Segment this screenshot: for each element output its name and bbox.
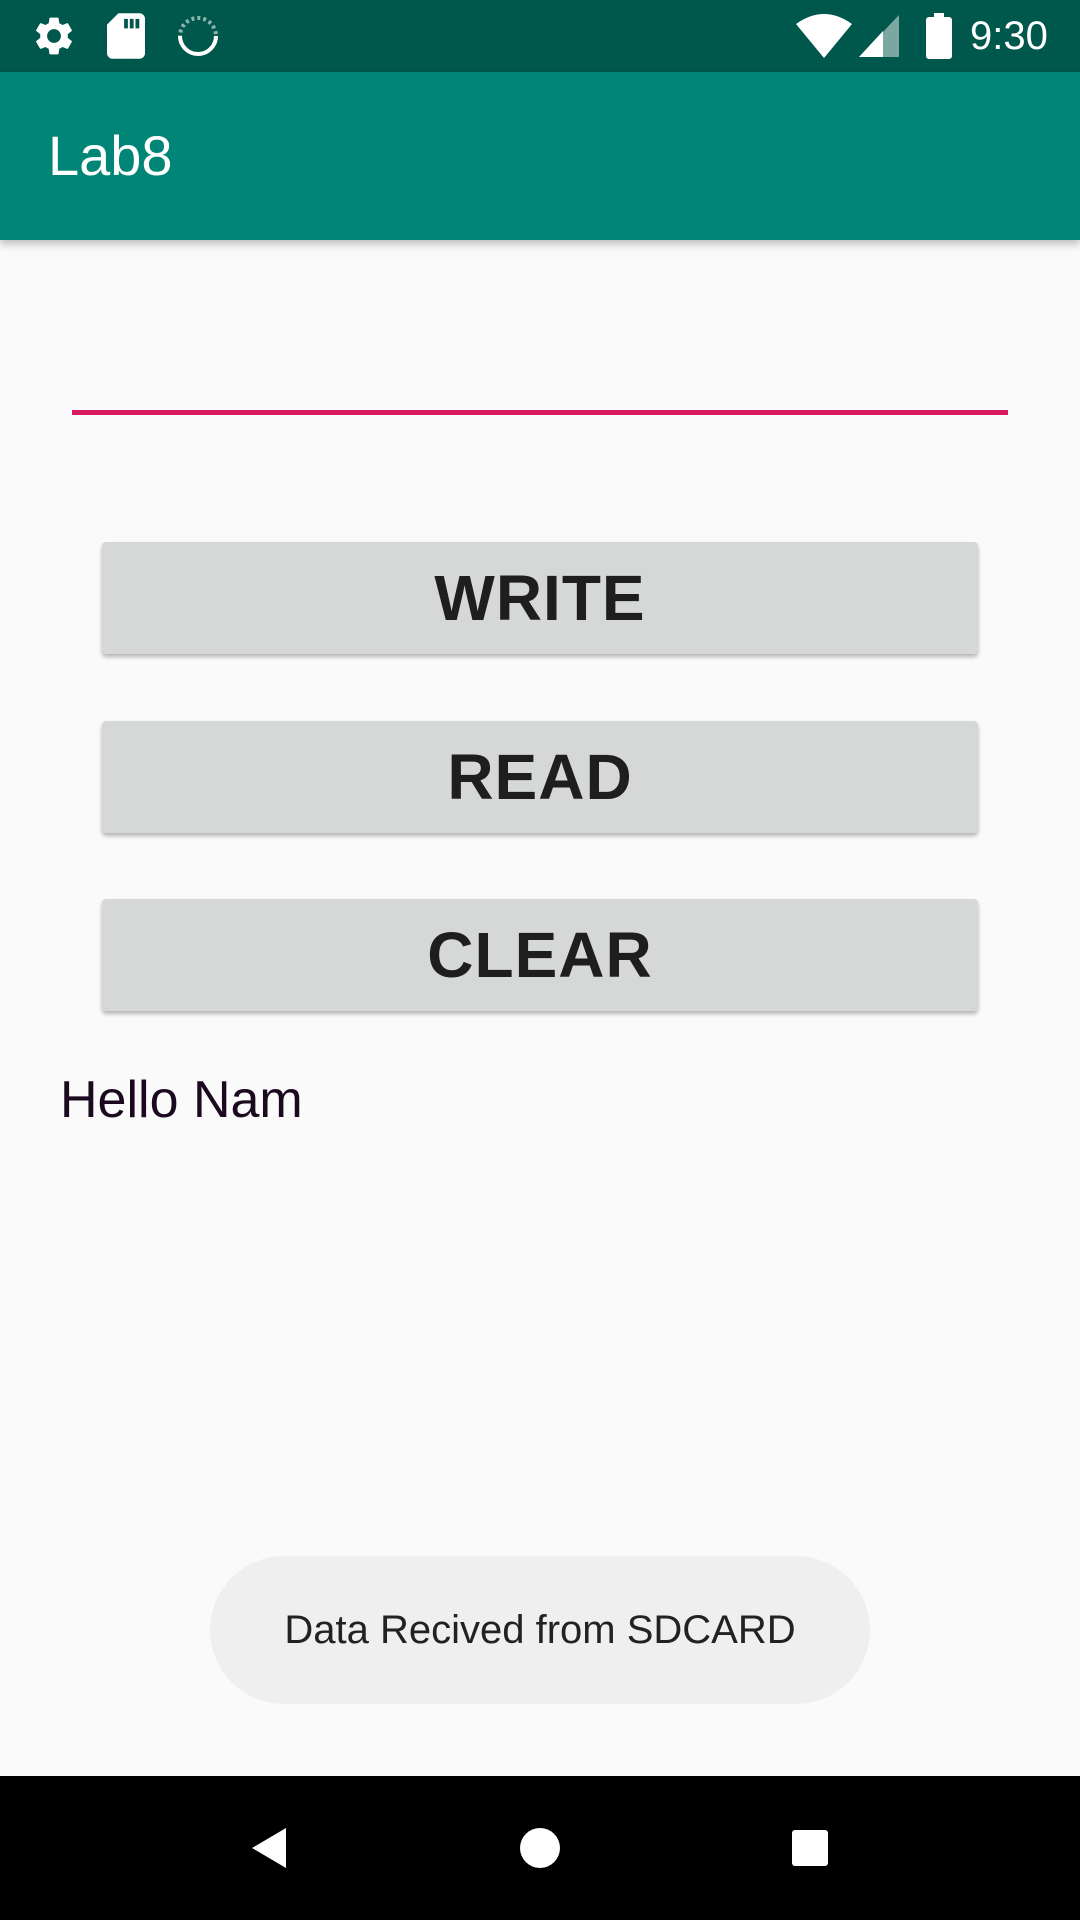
write-button[interactable]: WRITE <box>102 542 978 654</box>
status-time: 9:30 <box>970 14 1048 58</box>
home-icon[interactable] <box>480 1776 600 1920</box>
clear-button[interactable]: CLEAR <box>102 899 978 1011</box>
sd-card-icon <box>104 0 148 72</box>
status-bar: 9:30 <box>0 0 1080 72</box>
recents-icon[interactable] <box>750 1776 870 1920</box>
app-bar: Lab8 <box>0 72 1080 240</box>
back-icon[interactable] <box>210 1776 330 1920</box>
output-text: Hello Nam <box>60 1071 303 1129</box>
app-title: Lab8 <box>48 124 173 187</box>
cell-signal-icon <box>858 0 900 72</box>
wifi-icon <box>796 0 852 72</box>
gear-icon <box>28 0 80 72</box>
sync-spinner-icon <box>174 0 222 72</box>
toast-message: Data Recived from SDCARD <box>210 1556 870 1704</box>
battery-icon <box>924 0 954 72</box>
text-input-field[interactable] <box>72 340 1008 415</box>
read-button[interactable]: READ <box>102 721 978 833</box>
